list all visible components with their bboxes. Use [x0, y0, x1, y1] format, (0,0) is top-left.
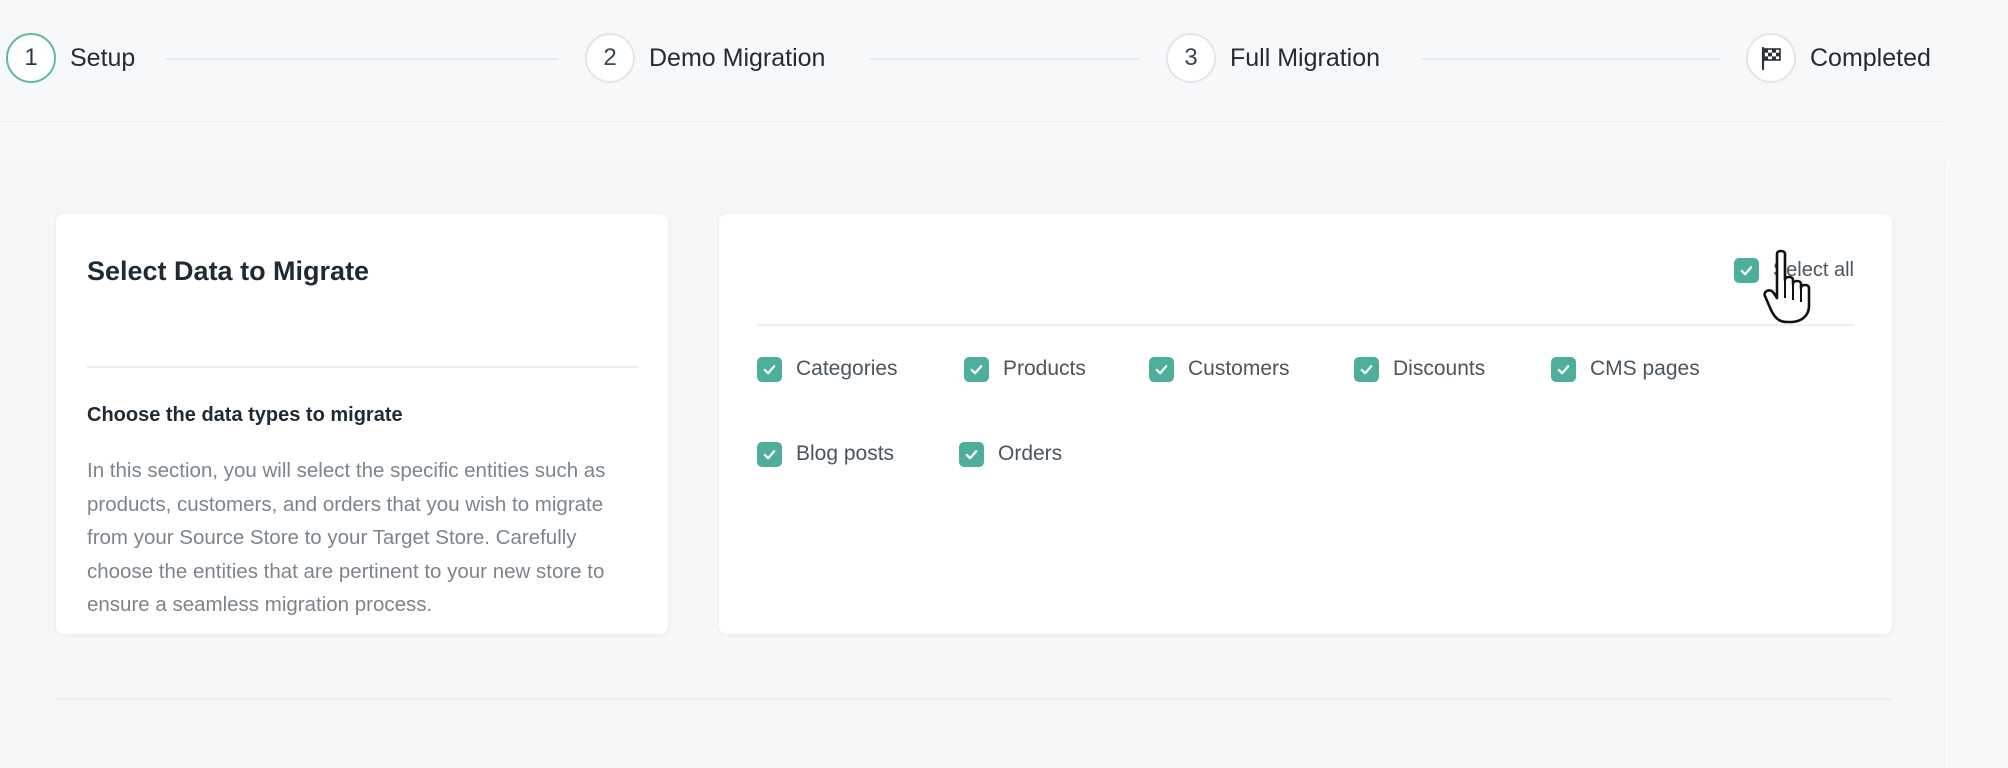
entity-label: Categories [796, 357, 898, 380]
section-divider [56, 698, 1892, 700]
step-label-demo-migration: Demo Migration [649, 43, 826, 72]
step-number-3: 3 [1166, 33, 1216, 83]
checkbox-checked-icon [757, 356, 782, 382]
divider [87, 366, 638, 368]
step-connector [166, 58, 558, 60]
step-connector [870, 58, 1140, 60]
step-completed[interactable]: Completed [1746, 32, 1931, 84]
step-connector [1422, 58, 1720, 60]
step-number-1: 1 [6, 33, 56, 83]
checkbox-checked-icon [964, 356, 989, 382]
step-demo-migration[interactable]: 2 Demo Migration [585, 32, 825, 84]
step-label-completed: Completed [1810, 43, 1931, 72]
flag-icon [1746, 33, 1796, 83]
info-card-heading: Choose the data types to migrate [87, 404, 403, 426]
entity-checkbox-orders[interactable]: Orders [959, 439, 1062, 469]
step-label-full-migration: Full Migration [1230, 43, 1381, 72]
step-number-2: 2 [585, 33, 635, 83]
step-label-setup: Setup [70, 43, 136, 72]
info-card: Select Data to Migrate Choose the data t… [56, 214, 668, 634]
checkbox-checked-icon [959, 441, 984, 467]
entity-label: Discounts [1393, 357, 1486, 380]
checkbox-checked-icon [1149, 356, 1174, 382]
entity-checkbox-products[interactable]: Products [964, 354, 1086, 384]
checkbox-checked-icon [1551, 356, 1576, 382]
entity-label: Products [1003, 357, 1086, 380]
select-entities-card: Select all Categories Products Customers… [719, 214, 1892, 634]
entity-checkbox-blog-posts[interactable]: Blog posts [757, 439, 894, 469]
info-card-description: In this section, you will select the spe… [87, 459, 606, 616]
info-card-title: Select Data to Migrate [87, 256, 370, 286]
step-setup[interactable]: 1 Setup [6, 32, 135, 84]
entity-label: CMS pages [1590, 357, 1700, 380]
step-full-migration[interactable]: 3 Full Migration [1166, 32, 1380, 84]
entity-checkbox-cms-pages[interactable]: CMS pages [1551, 354, 1700, 384]
checkbox-checked-icon [1354, 356, 1379, 382]
entity-label: Orders [998, 442, 1063, 465]
checkbox-checked-icon [1733, 258, 1759, 283]
entity-checkbox-categories[interactable]: Categories [757, 354, 898, 384]
hand-pointer-cursor-icon [1763, 249, 1811, 324]
entity-label: Blog posts [796, 442, 895, 465]
entity-checkbox-discounts[interactable]: Discounts [1354, 354, 1485, 384]
checkbox-checked-icon [757, 441, 782, 467]
divider [757, 324, 1854, 326]
entity-checkbox-customers[interactable]: Customers [1149, 354, 1290, 384]
migration-stepper: 1 Setup 2 Demo Migration 3 Full Migratio… [0, 0, 1945, 122]
entity-label: Customers [1188, 357, 1290, 380]
main-content: Select Data to Migrate Choose the data t… [0, 162, 1945, 768]
